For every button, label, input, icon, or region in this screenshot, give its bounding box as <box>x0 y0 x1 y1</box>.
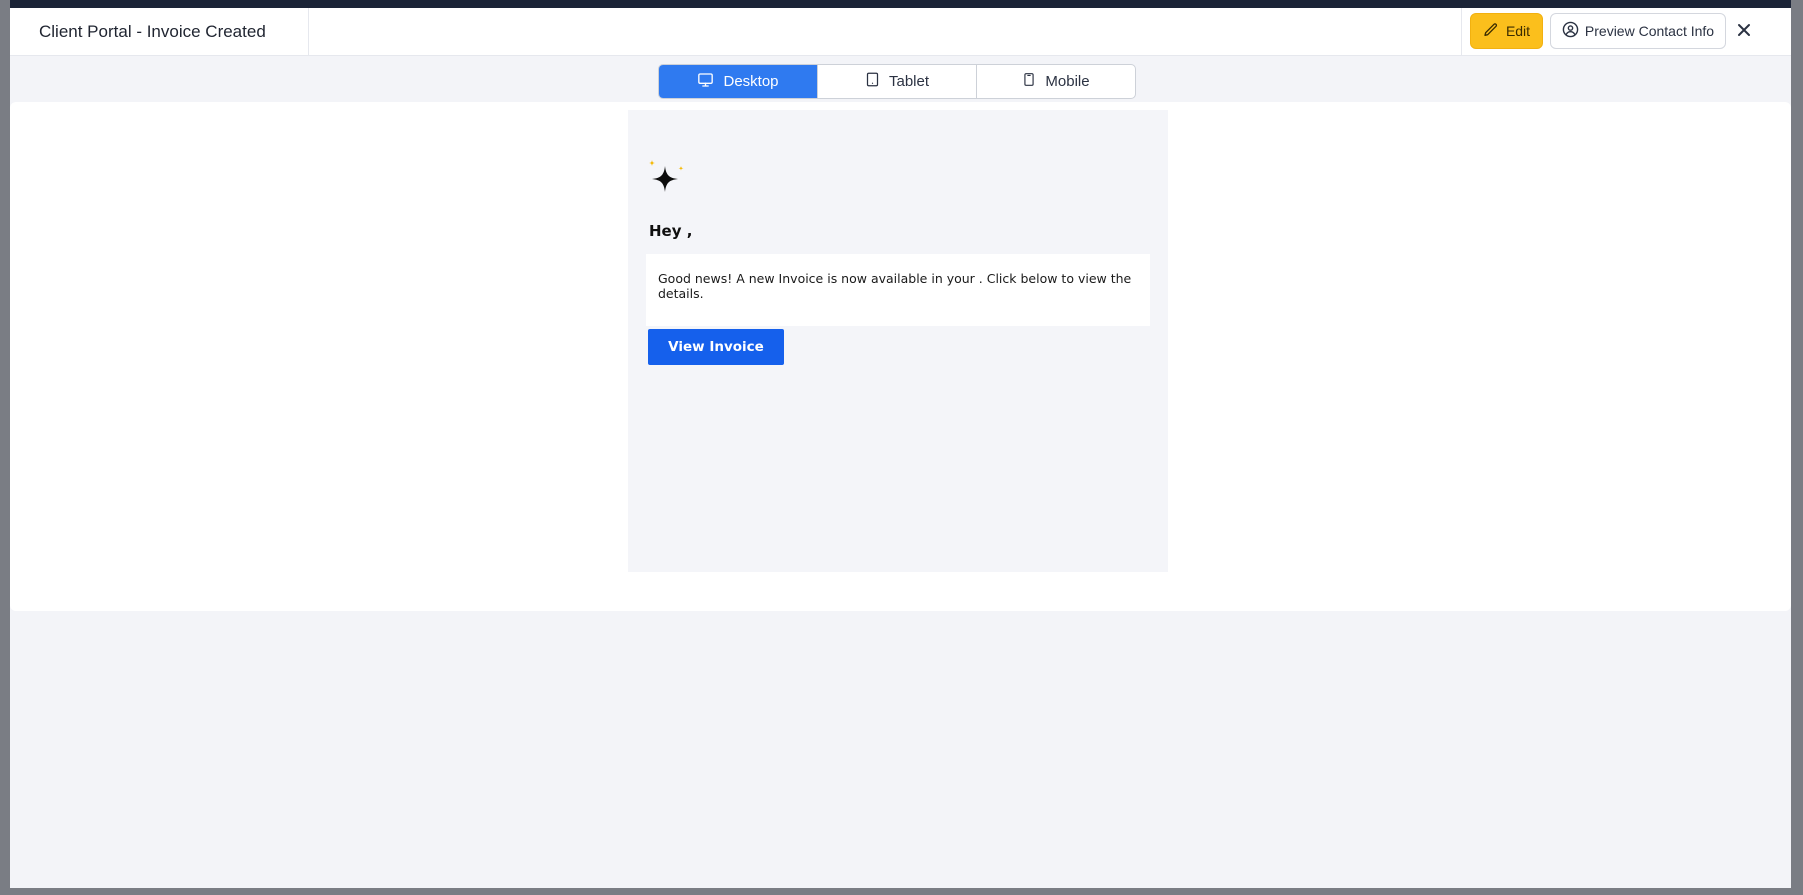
preview-contact-info-button[interactable]: Preview Contact Info <box>1550 13 1726 49</box>
close-icon <box>1737 23 1751 42</box>
tab-desktop-label: Desktop <box>723 73 779 90</box>
close-button[interactable] <box>1732 20 1756 44</box>
tab-mobile[interactable]: Mobile <box>977 65 1135 98</box>
tab-desktop[interactable]: Desktop <box>659 65 818 98</box>
view-invoice-button[interactable]: View Invoice <box>648 329 784 365</box>
backdrop-right-edge <box>1791 0 1803 895</box>
email-body: Hey , Good news! A new Invoice is now av… <box>628 110 1168 572</box>
email-message-box: Good news! A new Invoice is now availabl… <box>646 254 1150 326</box>
edit-button[interactable]: Edit <box>1470 13 1543 49</box>
template-preview-modal: Client Portal - Invoice Created Edit Pre… <box>10 8 1791 888</box>
email-preview-area: Hey , Good news! A new Invoice is now av… <box>10 102 1791 611</box>
modal-title: Client Portal - Invoice Created <box>39 8 309 56</box>
backdrop-top-bar <box>0 0 1803 8</box>
tab-tablet[interactable]: Tablet <box>818 65 977 98</box>
email-message: Good news! A new Invoice is now availabl… <box>658 271 1132 301</box>
backdrop-left-sidebar <box>0 0 10 895</box>
backdrop-bottom-edge <box>0 887 1803 895</box>
user-circle-icon <box>1562 21 1579 41</box>
tab-mobile-label: Mobile <box>1045 73 1090 90</box>
header-actions: Edit Preview Contact Info <box>1461 8 1791 56</box>
modal-header: Client Portal - Invoice Created Edit Pre… <box>10 8 1791 56</box>
tab-tablet-label: Tablet <box>888 73 930 90</box>
pencil-icon <box>1483 22 1499 41</box>
edit-label: Edit <box>1505 23 1531 39</box>
device-switcher: Desktop Tablet Mobile <box>658 64 1136 99</box>
mobile-icon <box>1022 71 1036 92</box>
sparkle-icon <box>648 158 686 196</box>
monitor-icon <box>697 72 714 92</box>
email-greeting: Hey , <box>649 222 693 240</box>
preview-contact-info-label: Preview Contact Info <box>1584 23 1715 39</box>
tablet-icon <box>865 71 880 92</box>
